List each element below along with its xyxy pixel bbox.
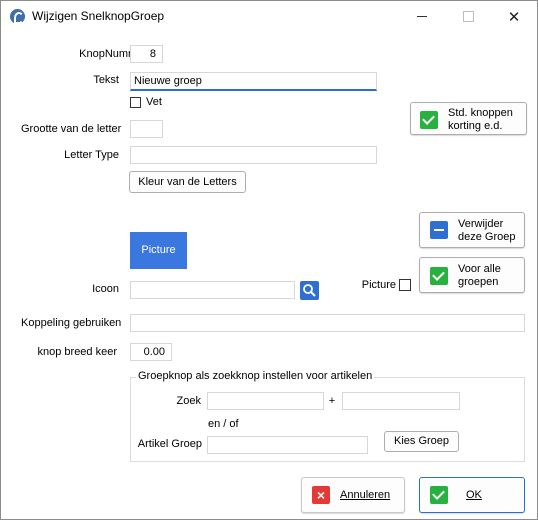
zoekknop-group-title: Groepknop als zoekknop instellen voor ar… (136, 370, 375, 382)
zoek-field-2[interactable] (342, 392, 460, 410)
vet-checkbox[interactable] (130, 97, 141, 108)
tekst-field[interactable]: Nieuwe groep (130, 72, 377, 91)
knopnummer-value: 8 (149, 48, 156, 60)
annuleren-label: Annuleren (340, 489, 391, 501)
close-icon: × (312, 486, 330, 504)
knopnummer-field[interactable]: 8 (130, 45, 163, 63)
lettertype-field[interactable] (130, 146, 377, 164)
picture-checkbox[interactable] (399, 279, 411, 291)
zoek-label: Zoek (176, 395, 201, 407)
std-knoppen-line1: Std. knoppen (448, 107, 513, 119)
icoon-search-button[interactable] (300, 281, 319, 300)
ok-button[interactable]: OK (419, 477, 525, 513)
zoek-field-1[interactable] (207, 392, 324, 410)
close-button[interactable]: ✕ (491, 1, 537, 32)
maximize-icon (462, 11, 474, 22)
tekst-label: Tekst (93, 74, 119, 86)
voor-alle-groepen-button[interactable]: Voor alle groepen (419, 257, 525, 293)
dialog-window: Wijzigen SnelknopGroep ✕ KnopNummer 8 Te… (0, 0, 538, 520)
ok-label: OK (466, 489, 482, 501)
grootte-label: Grootte van de letter (21, 123, 122, 135)
minus-icon (430, 221, 448, 239)
koppeling-label: Koppeling gebruiken (21, 317, 122, 329)
std-knoppen-line2: korting e.d. (448, 120, 503, 132)
picture-check-label: Picture (361, 279, 396, 291)
plus-label: + (328, 395, 336, 407)
artikel-groep-label: Artikel Groep (137, 438, 202, 450)
knopbreed-field[interactable]: 0.00 (130, 343, 172, 361)
title-bar: Wijzigen SnelknopGroep ✕ (1, 1, 537, 32)
koppeling-field[interactable] (130, 314, 525, 332)
tekst-value: Nieuwe groep (134, 75, 202, 87)
en-of-label: en / of (208, 418, 239, 430)
std-knoppen-button[interactable]: Std. knoppen korting e.d. (410, 102, 527, 135)
artikel-groep-field[interactable] (207, 436, 368, 454)
kleur-button[interactable]: Kleur van de Letters (129, 171, 246, 193)
knopbreed-value: 0.00 (143, 346, 165, 358)
vet-label: Vet (146, 96, 162, 108)
voor-alle-line1: Voor alle (458, 263, 501, 275)
app-icon (10, 9, 25, 24)
kies-groep-button[interactable]: Kies Groep (384, 431, 459, 452)
window-title: Wijzigen SnelknopGroep (32, 9, 165, 23)
minimize-icon (417, 16, 427, 17)
grootte-field[interactable] (130, 120, 163, 138)
check-icon (420, 111, 438, 129)
verwijder-line2: deze Groep (458, 231, 516, 243)
minimize-button[interactable] (399, 1, 445, 32)
icoon-field[interactable] (130, 281, 295, 299)
maximize-button[interactable] (445, 1, 491, 32)
icoon-label: Icoon (92, 283, 119, 295)
picture-button[interactable]: Picture (130, 232, 187, 269)
knopnummer-label: KnopNummer (79, 48, 147, 60)
knopbreed-label: knop breed keer (37, 346, 118, 358)
verwijder-groep-button[interactable]: Verwijder deze Groep (419, 212, 525, 248)
search-icon (303, 284, 316, 297)
lettertype-label: Letter Type (64, 149, 119, 161)
verwijder-line1: Verwijder (458, 218, 504, 230)
annuleren-button[interactable]: × Annuleren (301, 477, 405, 513)
check-icon (430, 486, 448, 504)
check-icon (430, 267, 448, 285)
voor-alle-line2: groepen (458, 276, 499, 288)
